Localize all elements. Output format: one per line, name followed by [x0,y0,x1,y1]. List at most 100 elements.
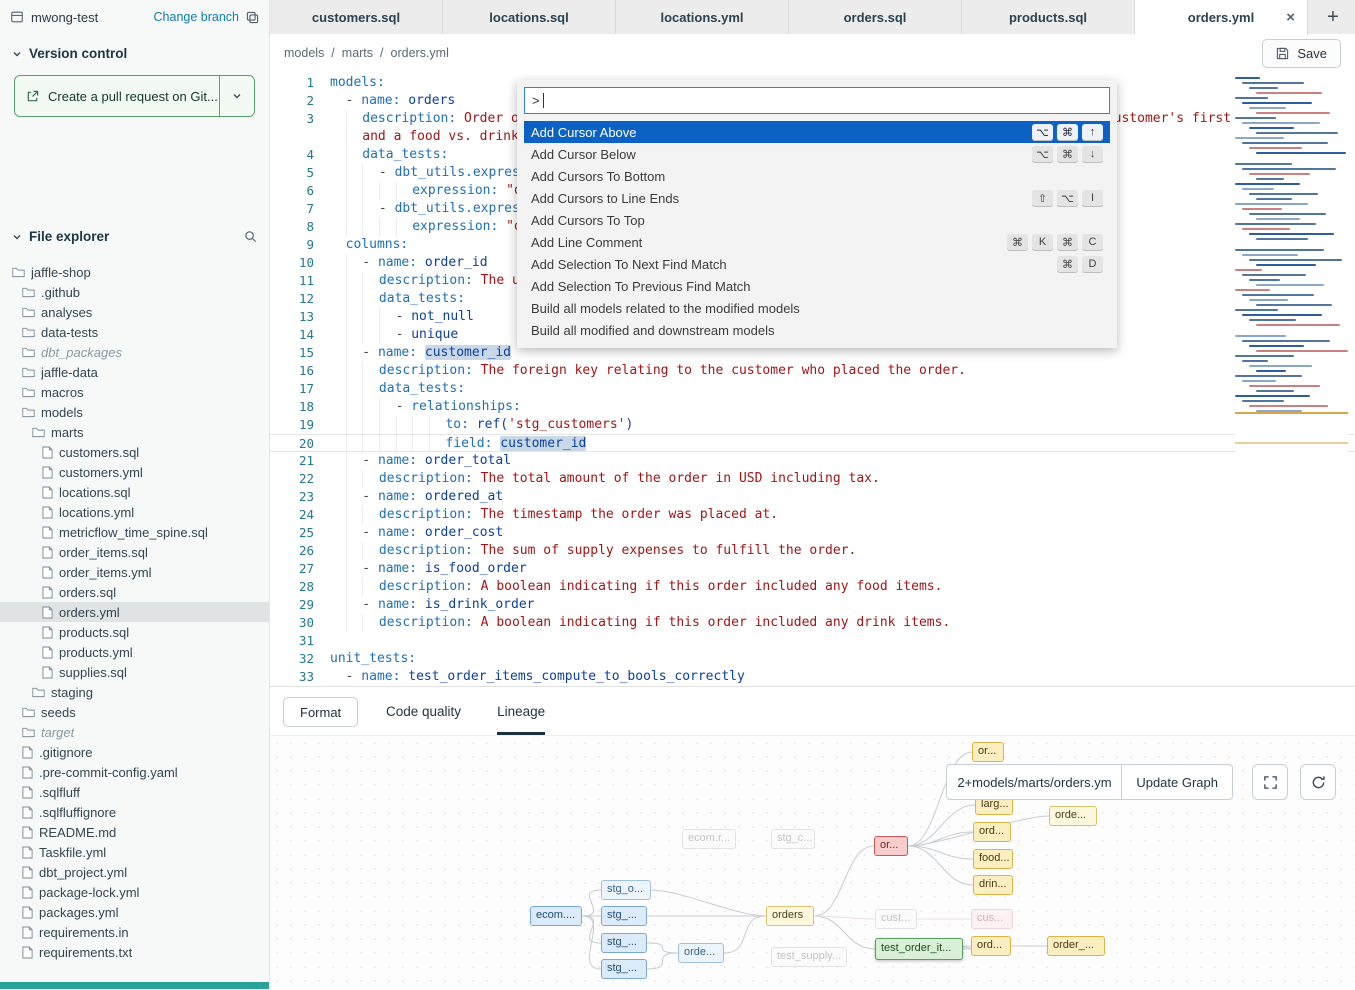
file-item-.gitignore[interactable]: .gitignore [0,742,269,762]
palette-item[interactable]: Add Cursors to Line Ends⇧⌥I [524,187,1110,209]
folder-item-dbt_packages[interactable]: dbt_packages [0,342,269,362]
lineage-node[interactable]: test_order_it... [875,938,963,960]
command-input[interactable]: > [524,87,1110,114]
lineage-node[interactable]: stg_o... [601,880,651,900]
file-item-dbt_project.yml[interactable]: dbt_project.yml [0,862,269,882]
close-icon[interactable]: × [1286,10,1295,25]
file-item-requirements.in[interactable]: requirements.in [0,922,269,942]
panel-tab-lineage[interactable]: Lineage [479,687,563,735]
lineage-node[interactable]: or... [972,742,1004,762]
code-line[interactable]: 26description: The sum of supply expense… [270,542,1355,560]
palette-item[interactable]: Build all models related to the modified… [524,297,1110,319]
file-item-products.yml[interactable]: products.yml [0,642,269,662]
folder-item-models[interactable]: models [0,402,269,422]
folder-item-macros[interactable]: macros [0,382,269,402]
code-line[interactable]: 28description: A boolean indicating if t… [270,578,1355,596]
file-item-.pre-commit-config.yaml[interactable]: .pre-commit-config.yaml [0,762,269,782]
file-explorer-header[interactable]: File explorer [0,217,269,248]
save-button[interactable]: Save [1262,39,1341,68]
lineage-search-input[interactable] [946,764,1122,800]
lineage-canvas[interactable]: or...larg...ord...food...drin...orde...o… [270,736,1355,989]
create-pr-button[interactable]: Create a pull request on Git... [14,75,255,117]
folder-item-target[interactable]: target [0,722,269,742]
lineage-node[interactable]: ecom.... [530,906,582,926]
lineage-node[interactable]: test_supply... [771,947,847,967]
folder-item-seeds[interactable]: seeds [0,702,269,722]
pr-dropdown-button[interactable] [219,76,254,116]
palette-item[interactable]: Build all modified and downstream models [524,319,1110,341]
minimap[interactable] [1235,74,1348,537]
copy-icon[interactable] [246,11,259,24]
file-item-order_items.yml[interactable]: order_items.yml [0,562,269,582]
lineage-node[interactable]: food... [973,849,1013,869]
new-tab-button[interactable]: + [1320,4,1346,30]
lineage-node[interactable]: stg_... [601,959,647,979]
folder-item-.github[interactable]: .github [0,282,269,302]
file-item-requirements.txt[interactable]: requirements.txt [0,942,269,962]
file-item-README.md[interactable]: README.md [0,822,269,842]
file-item-locations.sql[interactable]: locations.sql [0,482,269,502]
folder-item-analyses[interactable]: analyses [0,302,269,322]
folder-item-data-tests[interactable]: data-tests [0,322,269,342]
file-item-.sqlfluffignore[interactable]: .sqlfluffignore [0,802,269,822]
tab-orders.sql[interactable]: orders.sql [789,0,962,34]
file-item-package-lock.yml[interactable]: package-lock.yml [0,882,269,902]
palette-item[interactable]: Add Cursors To Bottom [524,165,1110,187]
palette-item[interactable]: Add Cursor Above⌥⌘↑ [524,121,1110,143]
file-item-supplies.sql[interactable]: supplies.sql [0,662,269,682]
lineage-node[interactable]: ord... [971,936,1011,956]
panel-tab-code-quality[interactable]: Code quality [368,687,479,735]
palette-item[interactable]: Add Selection To Next Find Match⌘D [524,253,1110,275]
lineage-node[interactable]: orde... [678,943,724,963]
code-line[interactable]: 25- name: order_cost [270,524,1355,542]
code-line[interactable]: 30description: A boolean indicating if t… [270,614,1355,632]
format-button[interactable]: Format [283,697,358,727]
lineage-node[interactable]: stg_c... [771,829,815,849]
folder-item-jaffle-data[interactable]: jaffle-data [0,362,269,382]
file-item-products.sql[interactable]: products.sql [0,622,269,642]
lineage-node[interactable]: stg_... [601,906,647,926]
palette-item[interactable]: Add Line Comment⌘K⌘C [524,231,1110,253]
file-item-orders.sql[interactable]: orders.sql [0,582,269,602]
tab-orders.yml[interactable]: orders.yml× [1135,0,1308,35]
tab-products.sql[interactable]: products.sql [962,0,1135,34]
lineage-node[interactable]: order_... [1047,936,1105,956]
update-graph-button[interactable]: Update Graph [1122,764,1233,800]
tab-locations.sql[interactable]: locations.sql [443,0,616,34]
change-branch-link[interactable]: Change branch [154,10,239,24]
palette-item[interactable]: Add Selection To Previous Find Match [524,275,1110,297]
lineage-node[interactable]: orde... [1049,806,1097,826]
file-item-.sqlfluff[interactable]: .sqlfluff [0,782,269,802]
refresh-button[interactable] [1300,764,1336,800]
code-line[interactable]: 19to: ref('stg_customers') [270,416,1355,434]
code-line[interactable]: 29- name: is_drink_order [270,596,1355,614]
folder-item-marts[interactable]: marts [0,422,269,442]
code-line[interactable]: 31 [270,632,1355,650]
palette-item[interactable]: Add Cursors To Top [524,209,1110,231]
code-line[interactable]: 22description: The total amount of the o… [270,470,1355,488]
file-item-metricflow_time_spine.sql[interactable]: metricflow_time_spine.sql [0,522,269,542]
code-line[interactable]: 16description: The foreign key relating … [270,362,1355,380]
tab-customers.sql[interactable]: customers.sql [270,0,443,34]
lineage-node[interactable]: stg_... [601,933,647,953]
file-item-customers.sql[interactable]: customers.sql [0,442,269,462]
palette-item[interactable]: Add Cursor Below⌥⌘↓ [524,143,1110,165]
folder-item-jaffle-shop[interactable]: jaffle-shop [0,262,269,282]
code-line[interactable]: 21- name: order_total [270,452,1355,470]
code-line[interactable]: 32unit_tests: [270,650,1355,668]
lineage-node[interactable]: cus... [971,909,1013,929]
version-control-header[interactable]: Version control [0,34,269,65]
breadcrumb-item[interactable]: models [284,46,324,60]
lineage-node[interactable]: ord... [973,822,1011,842]
breadcrumb-item[interactable]: orders.yml [391,46,449,60]
fullscreen-button[interactable] [1252,764,1288,800]
file-item-order_items.sql[interactable]: order_items.sql [0,542,269,562]
code-line[interactable]: 17data_tests: [270,380,1355,398]
code-line[interactable]: 27- name: is_food_order [270,560,1355,578]
code-line[interactable]: 23- name: ordered_at [270,488,1355,506]
code-line[interactable]: 18- relationships: [270,398,1355,416]
code-line[interactable]: 33- name: test_order_items_compute_to_bo… [270,668,1355,686]
lineage-node[interactable]: cust... [875,909,917,929]
file-item-orders.yml[interactable]: orders.yml [0,602,269,622]
lineage-node[interactable]: or... [874,836,908,856]
